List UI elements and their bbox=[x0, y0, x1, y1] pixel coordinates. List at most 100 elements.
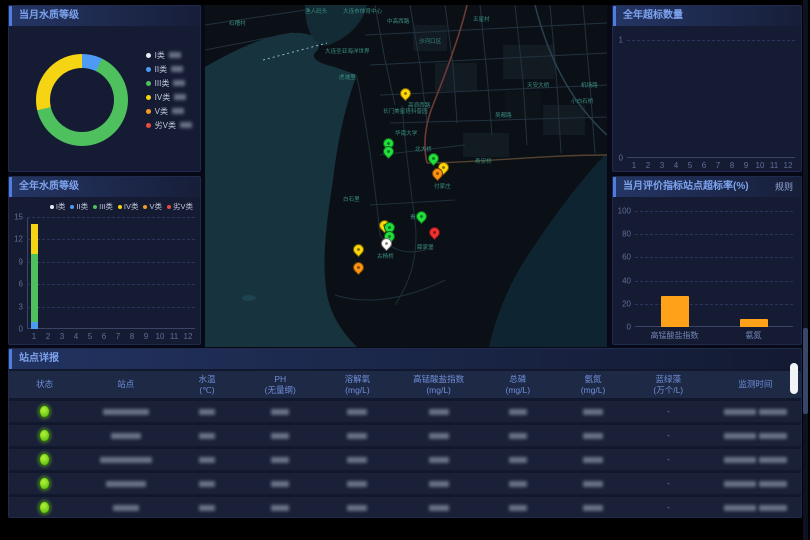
column-unit: (mg/L) bbox=[397, 385, 480, 396]
chart-legend: I类 II类 III类 IV类 V类劣V类 bbox=[45, 201, 193, 212]
x-axis-line bbox=[635, 326, 793, 327]
table-cell bbox=[706, 409, 802, 415]
stacked-bar bbox=[73, 217, 80, 329]
page-scrollbar-thumb[interactable] bbox=[803, 328, 808, 414]
legend-dot bbox=[146, 53, 151, 58]
table-cell bbox=[9, 405, 80, 418]
table-row[interactable]: - bbox=[9, 401, 801, 422]
legend-item[interactable]: V类 bbox=[146, 104, 192, 118]
value-redacted bbox=[509, 505, 527, 511]
map-place-label: 小白石桥 bbox=[571, 97, 593, 105]
station-map[interactable]: 石槽村渔人码头大连市体育中心中高西路五星村沙河口区大连圣亚海洋世界虎滩里高浪西路… bbox=[205, 5, 607, 347]
y-axis-line bbox=[27, 217, 28, 329]
table-row[interactable]: - bbox=[9, 425, 801, 446]
x-tick-label: 1 bbox=[32, 332, 36, 341]
table-cell bbox=[397, 481, 480, 487]
x-tick-label: 3 bbox=[60, 332, 64, 341]
value-redacted bbox=[509, 409, 527, 415]
table-cell bbox=[706, 433, 802, 439]
x-tick-label: 11 bbox=[170, 332, 178, 341]
legend-item[interactable]: IV类 bbox=[146, 90, 192, 104]
legend-item[interactable]: I类 bbox=[50, 201, 66, 212]
map-place-label: 付家庄 bbox=[434, 182, 451, 190]
table-cell bbox=[397, 409, 480, 415]
bar-segment bbox=[31, 254, 38, 321]
status-indicator-normal bbox=[39, 429, 50, 442]
value-redacted bbox=[429, 481, 449, 487]
legend-item[interactable]: IV类 bbox=[118, 201, 139, 212]
page-scrollbar-track[interactable] bbox=[803, 0, 808, 540]
table-scrollbar-thumb[interactable] bbox=[790, 363, 798, 394]
stacked-bar bbox=[31, 217, 38, 329]
legend-item[interactable]: I类 bbox=[146, 48, 192, 62]
legend-item[interactable]: III类 bbox=[93, 201, 113, 212]
table-cell bbox=[171, 505, 242, 511]
column-unit: (℃) bbox=[171, 385, 242, 396]
station-name-redacted bbox=[111, 433, 141, 439]
stacked-bar bbox=[115, 217, 122, 329]
legend-value-redacted bbox=[171, 66, 183, 72]
table-cell bbox=[480, 481, 555, 487]
plot-area: 020406080100高锰酸盐指数氨氮 bbox=[635, 211, 793, 327]
rate-bar: 氨氮 bbox=[740, 319, 768, 327]
table-cell bbox=[397, 433, 480, 439]
value-redacted bbox=[583, 505, 603, 511]
table-cell bbox=[480, 505, 555, 511]
map-place-label: 大连圣亚海洋世界 bbox=[325, 47, 370, 55]
map-place-label: 虎滩里 bbox=[339, 73, 356, 81]
legend-label: I类 bbox=[155, 50, 165, 61]
rule-button[interactable]: 规则 bbox=[775, 177, 793, 197]
bluegreen-value: - bbox=[667, 479, 670, 488]
y-tick-label: 6 bbox=[19, 280, 23, 289]
table-row[interactable]: - bbox=[9, 497, 801, 518]
stacked-bar bbox=[171, 217, 178, 329]
table-cell bbox=[397, 505, 480, 511]
panel-title: 当月评价指标站点超标率(%) bbox=[623, 181, 749, 192]
map-place-label: 华南大学 bbox=[395, 129, 417, 137]
legend-label: II类 bbox=[76, 201, 88, 212]
legend-item[interactable]: V类 bbox=[143, 201, 162, 212]
gridline bbox=[635, 281, 793, 282]
value-redacted bbox=[347, 505, 367, 511]
station-name-redacted bbox=[103, 409, 149, 415]
x-tick-label: 4 bbox=[74, 332, 78, 341]
stacked-bar bbox=[87, 217, 94, 329]
legend-dot bbox=[146, 67, 151, 72]
legend-label: I类 bbox=[56, 201, 66, 212]
x-tick-label: 7 bbox=[116, 332, 120, 341]
plot-area: I类II类III类IV类V类劣V类 0369121512345678910111… bbox=[27, 217, 195, 329]
legend-item[interactable]: II类 bbox=[70, 201, 88, 212]
legend-item[interactable]: 劣V类 bbox=[167, 201, 193, 212]
table-cell bbox=[171, 457, 242, 463]
monitor-time-redacted bbox=[759, 409, 787, 415]
monitor-time-redacted bbox=[759, 457, 787, 463]
station-name-redacted bbox=[100, 457, 152, 463]
bar-category-label: 氨氮 bbox=[746, 330, 762, 341]
value-redacted bbox=[271, 457, 289, 463]
value-redacted bbox=[347, 433, 367, 439]
legend-value-redacted bbox=[172, 108, 184, 114]
monitor-time-redacted bbox=[759, 433, 787, 439]
station-name-redacted bbox=[113, 505, 139, 511]
column-name: 状态 bbox=[9, 379, 80, 390]
table-cell bbox=[243, 433, 318, 439]
map-place-label: 白石里 bbox=[343, 195, 360, 203]
table-cell: - bbox=[631, 479, 706, 488]
panel-header: 全年水质等级 bbox=[9, 177, 200, 197]
legend-item[interactable]: 劣V类 bbox=[146, 118, 192, 132]
column-name: 监测时间 bbox=[706, 379, 802, 390]
stacked-bar bbox=[129, 217, 136, 329]
status-indicator-normal bbox=[39, 477, 50, 490]
legend-item[interactable]: II类 bbox=[146, 62, 192, 76]
table-row[interactable]: - bbox=[9, 449, 801, 470]
legend-dot bbox=[70, 205, 74, 209]
value-redacted bbox=[271, 433, 289, 439]
column-name: 水温 bbox=[171, 374, 242, 385]
x-tick-label: 12 bbox=[184, 332, 193, 341]
value-redacted bbox=[429, 409, 449, 415]
table-row[interactable]: - bbox=[9, 473, 801, 494]
legend-item[interactable]: III类 bbox=[146, 76, 192, 90]
monitor-time-redacted bbox=[724, 457, 756, 463]
column-unit: (无量纲) bbox=[243, 385, 318, 396]
bluegreen-value: - bbox=[667, 455, 670, 464]
